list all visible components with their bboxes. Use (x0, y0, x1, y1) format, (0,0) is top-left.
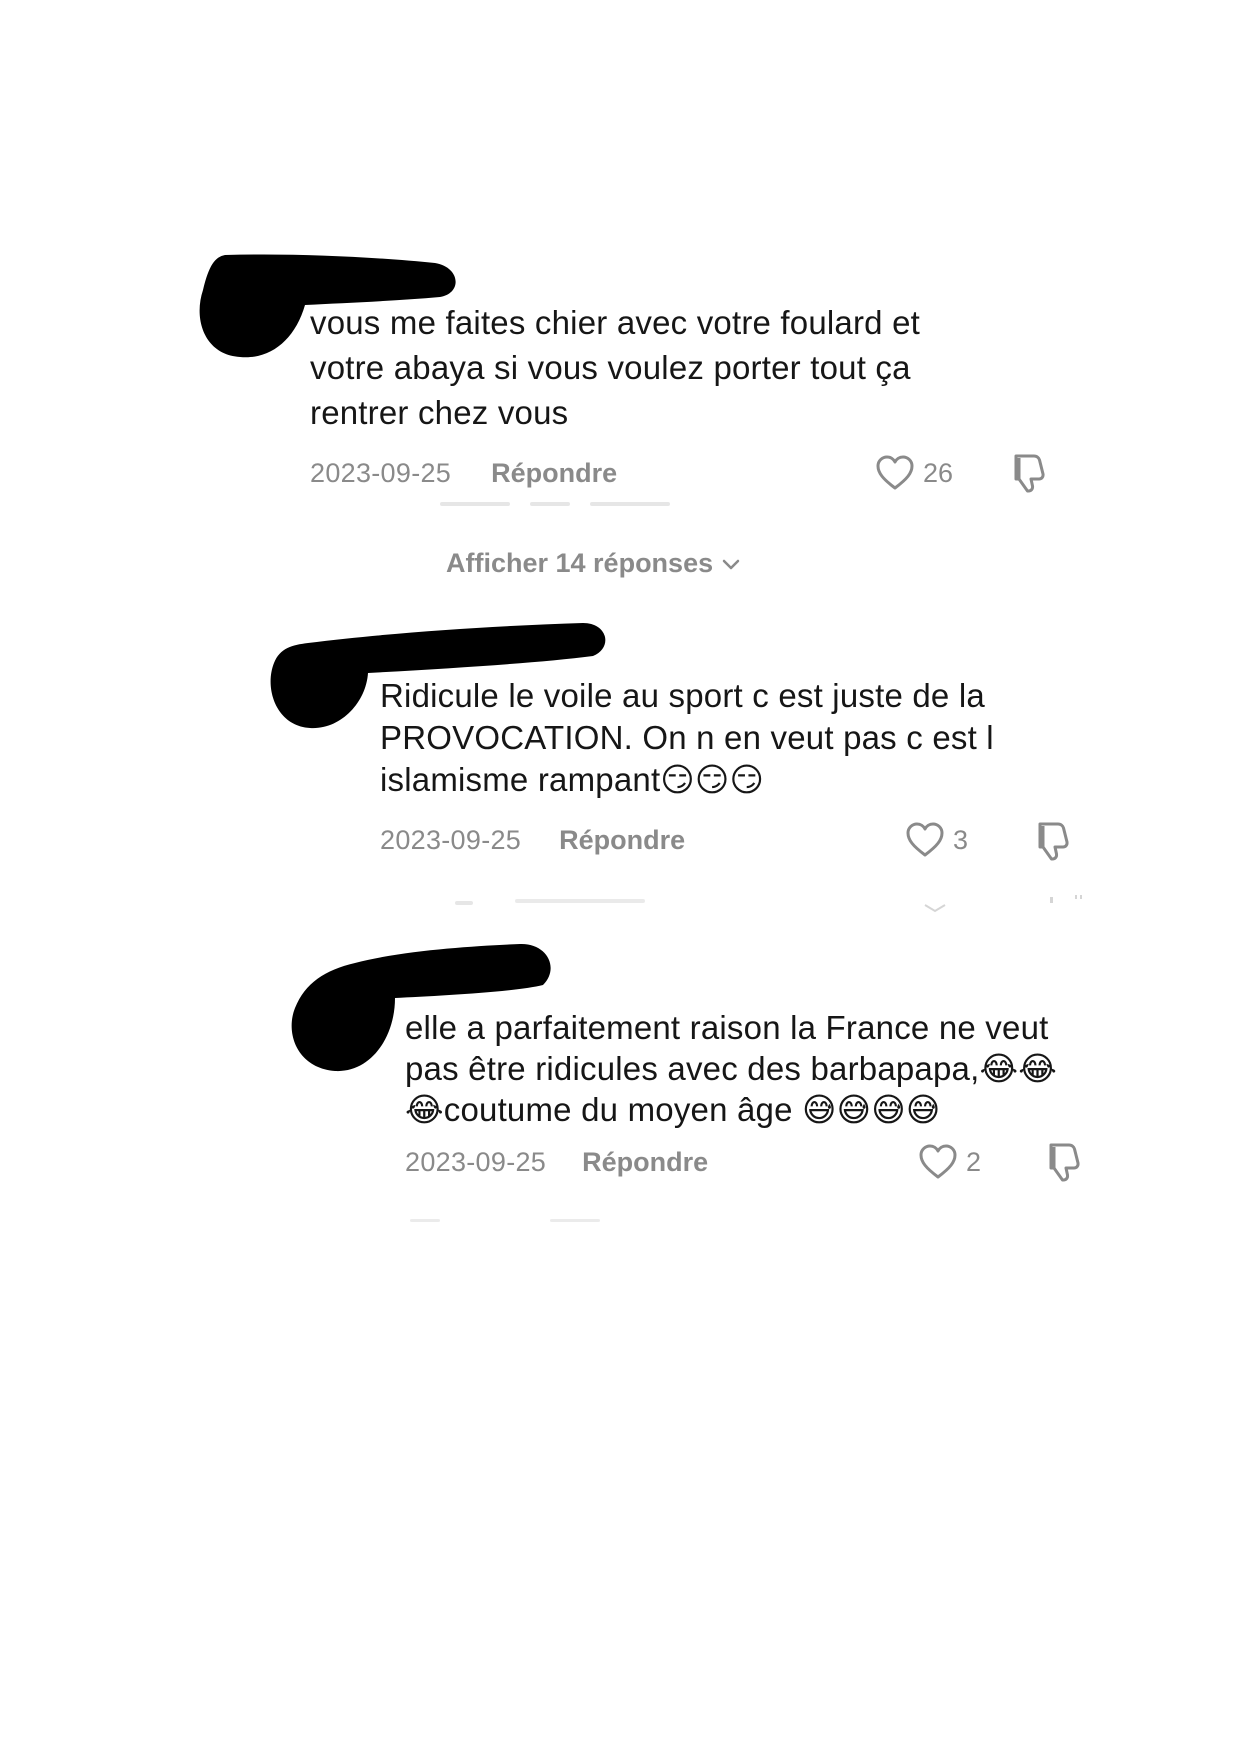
scroll-artifact (410, 1212, 610, 1222)
reply-button[interactable]: Répondre (582, 1147, 708, 1178)
comment-text: elle a parfaitement raison la France ne … (405, 1009, 1057, 1128)
thumbs-down-icon[interactable] (1043, 1141, 1085, 1183)
like-button[interactable]: 2 (918, 1142, 981, 1182)
comment-3: elle a parfaitement raison la France ne … (0, 0, 1240, 1230)
like-count: 2 (966, 1146, 982, 1177)
comment-date: 2023-09-25 (405, 1146, 547, 1177)
heart-outline-icon (919, 1144, 957, 1179)
comment-meta: 2023-09-25 Répondre (405, 1142, 708, 1182)
